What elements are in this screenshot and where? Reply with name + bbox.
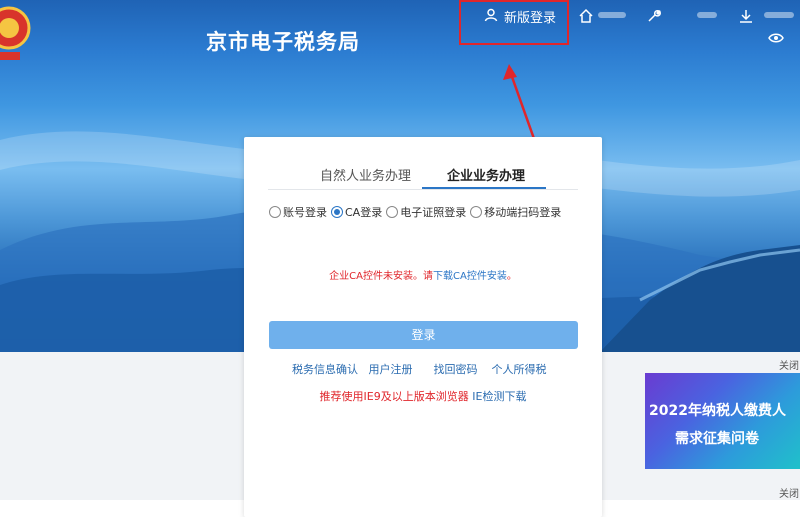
banner-title-line1: 2022年纳税人缴费人: [649, 403, 786, 419]
login-panel: 自然人业务办理 企业业务办理 账号登录 CA登录 电子证照登录 移动端扫码登录 …: [244, 137, 602, 517]
banner-title-line2: 需求征集问卷: [675, 431, 759, 447]
new-login-label: 新版登录: [504, 11, 557, 26]
radio-label-account: 账号登录: [283, 206, 327, 219]
home-icon[interactable]: [578, 8, 596, 26]
tax-info-confirm-link[interactable]: 税务信息确认: [292, 363, 358, 376]
browser-recommendation: 推荐使用IE9及以上版本浏览器 IE检测下载: [244, 388, 602, 404]
login-help-links: 税务信息确认 用户注册 找回密码 个人所得税: [292, 361, 546, 377]
radio-account[interactable]: [269, 206, 281, 218]
login-method-group: 账号登录 CA登录 电子证照登录 移动端扫码登录: [269, 204, 561, 220]
ca-warning-message: 企业CA控件未安装。请下载CA控件安装。: [244, 267, 602, 282]
recommend-text: 推荐使用IE9及以上版本浏览器: [319, 390, 469, 403]
close-banner-button[interactable]: 关闭: [779, 357, 799, 372]
wrench-icon[interactable]: [646, 8, 664, 26]
active-tab-indicator: [422, 187, 546, 189]
login-tabs: 自然人业务办理 企业业务办理: [268, 159, 578, 190]
login-method-qr-scan[interactable]: 移动端扫码登录: [470, 204, 561, 220]
individual-income-tax-link[interactable]: 个人所得税: [491, 363, 546, 376]
warning-suffix: 。: [506, 271, 517, 282]
tab-personal-business[interactable]: 自然人业务办理: [320, 165, 411, 184]
eye-icon[interactable]: [768, 29, 786, 47]
close-second-banner-button[interactable]: 关闭: [779, 485, 799, 500]
login-method-e-license[interactable]: 电子证照登录: [386, 204, 466, 220]
radio-label-qr-scan: 移动端扫码登录: [484, 206, 562, 219]
warning-prefix: 企业CA控件未安装。请: [329, 271, 433, 282]
download-icon[interactable]: [738, 8, 756, 26]
download-ca-link[interactable]: 下载CA控件安装: [433, 271, 507, 282]
login-button[interactable]: 登录: [269, 321, 578, 349]
user-icon: [484, 8, 498, 26]
survey-banner[interactable]: 2022年纳税人缴费人 需求征集问卷: [645, 373, 800, 469]
login-method-ca[interactable]: CA登录: [331, 204, 382, 220]
site-title: 京市电子税务局: [206, 30, 360, 54]
radio-label-e-license: 电子证照登录: [400, 206, 467, 219]
user-register-link[interactable]: 用户注册: [369, 363, 413, 376]
tab-enterprise-business[interactable]: 企业业务办理: [447, 165, 525, 184]
radio-ca[interactable]: [331, 206, 343, 218]
radio-label-ca: CA登录: [345, 206, 383, 219]
new-version-login-link[interactable]: 新版登录: [484, 7, 556, 26]
radio-e-license[interactable]: [386, 206, 399, 218]
recover-password-link[interactable]: 找回密码: [433, 363, 477, 376]
radio-qr-scan[interactable]: [470, 206, 483, 218]
tax-bureau-emblem: [0, 4, 32, 64]
ie-check-download-link[interactable]: IE检测下载: [472, 390, 526, 403]
login-method-account[interactable]: 账号登录: [269, 204, 327, 220]
